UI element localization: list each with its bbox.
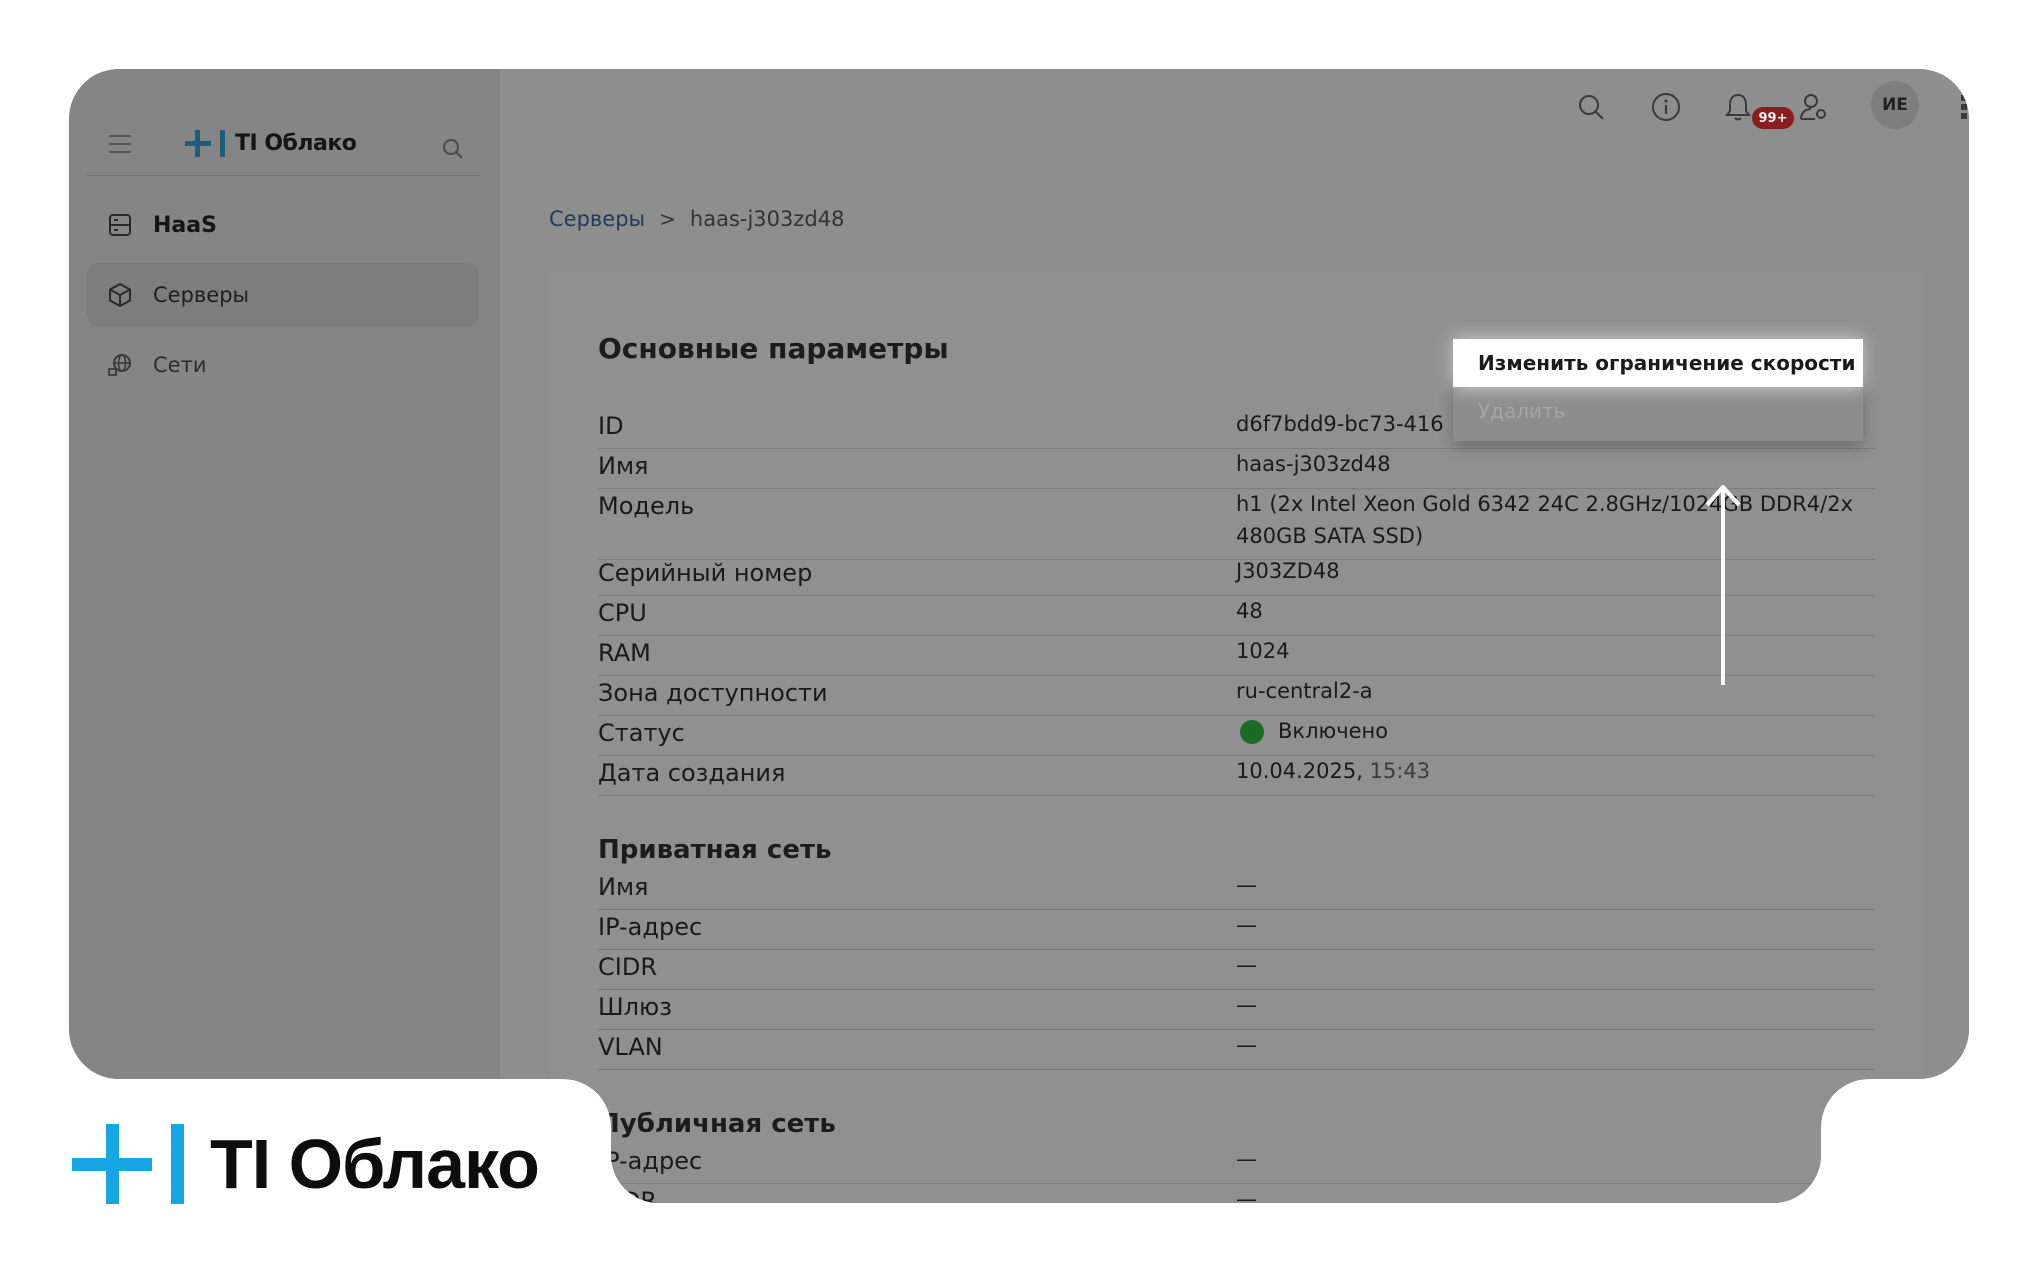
sidebar-item-haas[interactable]: HaaS (87, 193, 479, 257)
param-label: Серийный номер (598, 559, 813, 587)
param-label: Зона доступности (598, 679, 828, 707)
logo-mark-icon (72, 1122, 188, 1206)
sidebar-item-servers[interactable]: Серверы (87, 263, 479, 327)
sidebar-header: TI Облако (87, 109, 479, 176)
breadcrumb-link-servers[interactable]: Серверы (549, 207, 645, 231)
menu-item-change-speed-limit[interactable]: Изменить ограничение скорости (1453, 339, 1863, 387)
sidebar-item-label: Серверы (153, 283, 250, 307)
creation-time: 15:43 (1369, 759, 1431, 783)
notification-badge: 99+ (1752, 107, 1794, 129)
breadcrumb: Серверы > haas-j303zd48 (549, 207, 844, 231)
search-icon[interactable] (1573, 89, 1609, 125)
logo-mark-icon (185, 127, 227, 159)
param-value: — (1236, 913, 1257, 937)
param-row: CIDR — (598, 953, 1875, 990)
server-icon (107, 212, 133, 238)
param-label: ID (598, 412, 624, 440)
param-row: Зона доступности ru-central2-a (598, 679, 1875, 716)
param-label: IP-адрес (598, 913, 703, 941)
param-row: RAM 1024 (598, 639, 1875, 676)
param-label: RAM (598, 639, 651, 667)
param-label: VLAN (598, 1033, 663, 1061)
network-globe-icon (107, 352, 133, 378)
user-settings-icon[interactable] (1796, 89, 1832, 125)
breadcrumb-current: haas-j303zd48 (689, 207, 845, 231)
sidebar-item-label: Сети (153, 353, 207, 377)
cube-icon (107, 282, 133, 308)
param-value: J303ZD48 (1236, 559, 1340, 583)
param-label: CIDR (598, 1187, 657, 1203)
menu-icon[interactable] (109, 135, 131, 159)
logo-text: TI Облако (235, 130, 357, 156)
menu-item-delete: Удалить (1478, 399, 1566, 423)
avatar[interactable]: ИЕ (1871, 81, 1919, 129)
param-row: CPU 48 (598, 599, 1875, 636)
brand-logo: TI Облако (72, 1122, 552, 1206)
param-label: CIDR (598, 953, 657, 981)
apps-grid-icon[interactable] (1955, 89, 1969, 125)
status-text: Включено (1278, 719, 1389, 743)
section-title-public-network: Публичная сеть (598, 1109, 836, 1139)
chevron-right-icon: > (659, 207, 676, 231)
bell-icon[interactable] (1720, 89, 1756, 125)
app-logo[interactable]: TI Облако (185, 127, 356, 159)
param-label: Модель (598, 492, 695, 520)
param-value: — (1236, 1147, 1257, 1171)
sidebar-item-label: HaaS (153, 212, 217, 238)
param-row: Серийный номер J303ZD48 (598, 559, 1875, 596)
param-label: CPU (598, 599, 647, 627)
param-value: 48 (1236, 599, 1263, 623)
param-row: Статус Включено (598, 719, 1875, 756)
param-row: Дата создания 10.04.2025, 15:43 (598, 759, 1875, 796)
param-label: Дата создания (598, 759, 786, 787)
param-value: — (1236, 873, 1257, 897)
info-icon[interactable] (1648, 89, 1684, 125)
context-menu: Изменить ограничение скорости Удалить (1453, 339, 1863, 441)
param-row: VLAN — (598, 1033, 1875, 1070)
param-row: Имя haas-j303zd48 (598, 452, 1875, 489)
param-label: Имя (598, 452, 649, 480)
dimmed-screenshot: TI Облако HaaS Серверы Сети 99+ ИЕ Серве… (69, 69, 1969, 1203)
brand-logo-text: TI Облако (210, 1125, 540, 1203)
pointer-arrow-icon (1703, 479, 1743, 689)
param-label: IP-адрес (598, 1147, 703, 1175)
param-value: — (1236, 1187, 1257, 1203)
param-row: IP-адрес — (598, 913, 1875, 950)
param-value: 10.04.2025, 15:43 (1236, 755, 1856, 787)
param-row: Шлюз — (598, 993, 1875, 1030)
param-value: — (1236, 1033, 1257, 1057)
param-value: h1 (2x Intel Xeon Gold 6342 24C 2.8GHz/1… (1236, 492, 1854, 548)
param-row: Модель h1 (2x Intel Xeon Gold 6342 24C 2… (598, 492, 1875, 560)
sidebar: TI Облако HaaS Серверы Сети (69, 69, 500, 1203)
param-label: Имя (598, 873, 649, 901)
status-dot-icon (1240, 720, 1264, 744)
param-label: Шлюз (598, 993, 672, 1021)
param-row: Имя — (598, 873, 1875, 910)
search-icon[interactable] (441, 137, 465, 165)
page-title: Основные параметры (598, 332, 949, 365)
section-title-private-network: Приватная сеть (598, 835, 832, 865)
param-value: ru-central2-a (1236, 679, 1373, 703)
param-row: IP-адрес — (598, 1147, 1875, 1184)
status-value: Включено (1236, 715, 1856, 747)
param-value: — (1236, 993, 1257, 1017)
param-label: Статус (598, 719, 685, 747)
sidebar-item-networks[interactable]: Сети (87, 333, 479, 397)
param-value: 1024 (1236, 639, 1290, 663)
param-value: haas-j303zd48 (1236, 452, 1391, 476)
creation-date: 10.04.2025, (1236, 759, 1363, 783)
param-row: CIDR — (598, 1187, 1875, 1203)
menu-item-label: Изменить ограничение скорости (1478, 351, 1856, 375)
param-value: — (1236, 953, 1257, 977)
